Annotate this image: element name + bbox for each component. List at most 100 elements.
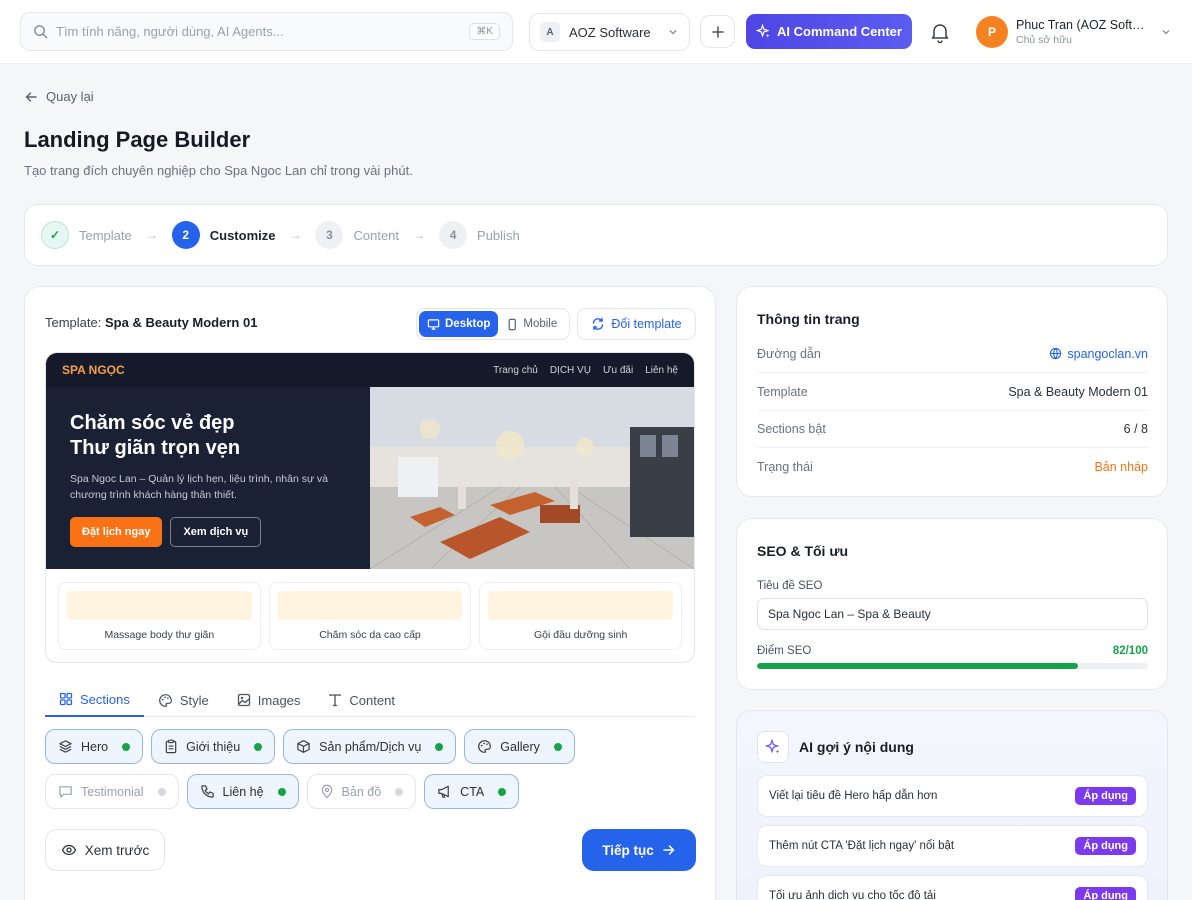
swap-template-button[interactable]: Đổi template xyxy=(577,308,696,340)
back-link[interactable]: Quay lại xyxy=(24,89,94,104)
apply-suggestion-button[interactable]: Áp dụng xyxy=(1075,837,1136,855)
globe-icon xyxy=(1050,347,1062,360)
ai-command-center-button[interactable]: AI Command Center xyxy=(746,14,912,49)
ai-command-center-label: AI Command Center xyxy=(777,24,902,39)
search-input[interactable]: Tìm tính năng, người dùng, AI Agents... … xyxy=(20,12,513,51)
section-status-dot xyxy=(122,742,131,751)
section-chip-gallery[interactable]: Gallery xyxy=(464,729,575,764)
step-customize[interactable]: 2 Customize xyxy=(171,221,276,249)
ai-suggestions-header: AI gợi ý nội dung xyxy=(757,731,914,763)
arrow-left-icon xyxy=(25,91,37,102)
plus-icon xyxy=(711,25,724,38)
swap-template-label: Đổi template xyxy=(611,317,682,331)
service-thumbnail xyxy=(67,591,252,620)
section-chip-label: Testimonial xyxy=(81,784,144,799)
chevron-down-icon xyxy=(669,30,677,35)
info-label: Đường dẫn xyxy=(757,346,821,361)
builder-tabs: Sections Style Images Content xyxy=(45,683,695,717)
template-name: Spa & Beauty Modern 01 xyxy=(105,315,258,330)
info-row-status: Trạng thái Bản nháp xyxy=(757,448,1148,486)
seo-title-value: Spa Ngoc Lan – Spa & Beauty xyxy=(768,607,931,621)
top-bar: Tìm tính năng, người dùng, AI Agents... … xyxy=(0,0,1192,64)
megaphone-icon xyxy=(438,785,450,798)
seo-score-value: 82/100 xyxy=(1112,645,1148,657)
arrow-right-icon xyxy=(663,845,675,855)
preview-book-button: Đặt lịch ngay xyxy=(70,517,163,547)
service-caption: Massage body thư giãn xyxy=(104,629,215,641)
section-chip-map[interactable]: Bản đồ xyxy=(306,774,417,809)
section-status-dot xyxy=(435,742,444,751)
preview-button-label: Xem trước xyxy=(84,842,150,858)
notification-button[interactable] xyxy=(928,20,952,44)
step-publish[interactable]: 4 Publish xyxy=(439,221,520,249)
ai-suggestion-item: Thêm nút CTA 'Đặt lịch ngay' nổi bật Áp … xyxy=(757,825,1148,867)
section-chip-cta[interactable]: CTA xyxy=(424,774,520,809)
box-icon xyxy=(297,740,310,753)
continue-button-label: Tiếp tục xyxy=(602,842,654,858)
avatar: P xyxy=(976,16,1008,48)
site-url: spangoclan.vn xyxy=(1067,346,1148,361)
apply-suggestion-button[interactable]: Áp dụng xyxy=(1075,787,1136,805)
spa-interior-image xyxy=(370,387,694,569)
ai-sparkles-badge xyxy=(757,731,789,763)
preview-button[interactable]: Xem trước xyxy=(45,829,165,871)
back-label: Quay lại xyxy=(46,89,94,104)
step-label: Publish xyxy=(477,227,520,243)
preview-nav-item: Trang chủ xyxy=(493,364,538,376)
ai-suggestion-text: Tối ưu ảnh dịch vụ cho tốc độ tải xyxy=(769,890,936,900)
info-label: Template xyxy=(757,384,808,399)
section-status-dot xyxy=(277,787,286,796)
grid-icon xyxy=(59,692,73,706)
section-status-dot xyxy=(498,787,507,796)
section-chip-testimonial[interactable]: Testimonial xyxy=(45,774,179,809)
info-value: 6 / 8 xyxy=(1123,421,1148,436)
user-role: Chủ sở hữu xyxy=(1016,34,1072,46)
mobile-toggle[interactable]: Mobile xyxy=(498,311,565,337)
seo-card: SEO & Tối ưu Tiêu đề SEO Spa Ngoc Lan – … xyxy=(736,518,1168,690)
preview-hero-title-line: Chăm sóc vẻ đẹp xyxy=(70,412,235,434)
step-template[interactable]: ✓ Template xyxy=(41,221,132,249)
section-row: Hero Giới thiệu Sản phẩm/Dịch vụ Gallery xyxy=(45,729,695,764)
ai-suggestion-item: Viết lại tiêu đề Hero hấp dẫn hơn Áp dụn… xyxy=(757,775,1148,817)
tab-content[interactable]: Content xyxy=(314,683,409,717)
image-icon xyxy=(237,693,250,707)
tab-sections[interactable]: Sections xyxy=(45,683,144,717)
site-url-link[interactable]: spangoclan.vn xyxy=(1049,347,1148,361)
preview-hero-title-line: Thư giãn trọn vẹn xyxy=(70,437,241,459)
user-menu[interactable]: P Phuc Tran (AOZ Software) Chủ sở hữu xyxy=(976,16,1172,48)
seo-title-input[interactable]: Spa Ngoc Lan – Spa & Beauty xyxy=(757,598,1148,630)
step-content[interactable]: 3 Content xyxy=(315,221,399,249)
apply-suggestion-button[interactable]: Áp dụng xyxy=(1075,887,1136,900)
layers-icon xyxy=(59,740,72,753)
clipboard-icon xyxy=(165,739,177,754)
service-thumbnail xyxy=(277,591,463,620)
section-chip-about[interactable]: Giới thiệu xyxy=(151,729,276,764)
search-icon xyxy=(34,25,48,39)
continue-button[interactable]: Tiếp tục xyxy=(582,829,696,871)
add-button[interactable] xyxy=(700,15,735,48)
builder-card: Template: Spa & Beauty Modern 01 Desktop… xyxy=(24,286,716,900)
org-logo: A xyxy=(540,22,560,42)
chevron-right-icon: → xyxy=(145,228,158,242)
section-chip-label: Sản phẩm/Dịch vụ xyxy=(319,739,422,754)
section-chip-products[interactable]: Sản phẩm/Dịch vụ xyxy=(283,729,457,764)
section-chip-contact[interactable]: Liên hệ xyxy=(186,774,299,809)
preview-hero-title: Chăm sóc vẻ đẹp Thư giãn trọn vẹn xyxy=(70,411,346,461)
step-number: 2 xyxy=(171,221,200,249)
service-caption: Gội đầu dưỡng sinh xyxy=(534,629,628,641)
smartphone-icon xyxy=(508,318,517,330)
ai-suggestions-card: AI gợi ý nội dung Viết lại tiêu đề Hero … xyxy=(736,710,1168,900)
section-chip-hero[interactable]: Hero xyxy=(45,729,144,764)
tab-style[interactable]: Style xyxy=(144,683,223,717)
phone-icon xyxy=(200,785,214,798)
page-info-title: Thông tin trang xyxy=(757,311,860,327)
tab-images[interactable]: Images xyxy=(223,683,315,717)
step-label: Customize xyxy=(209,227,276,243)
tab-label: Style xyxy=(179,692,209,708)
ai-suggestion-item: Tối ưu ảnh dịch vụ cho tốc độ tải Áp dụn… xyxy=(757,875,1148,900)
org-switcher[interactable]: A AOZ Software xyxy=(529,13,690,51)
preview-hero-text: Chăm sóc vẻ đẹp Thư giãn trọn vẹn Spa Ng… xyxy=(46,387,370,569)
desktop-toggle[interactable]: Desktop xyxy=(419,311,499,337)
chevron-right-icon: → xyxy=(289,228,302,242)
preview-brand: SPA NGỌC xyxy=(62,363,125,377)
